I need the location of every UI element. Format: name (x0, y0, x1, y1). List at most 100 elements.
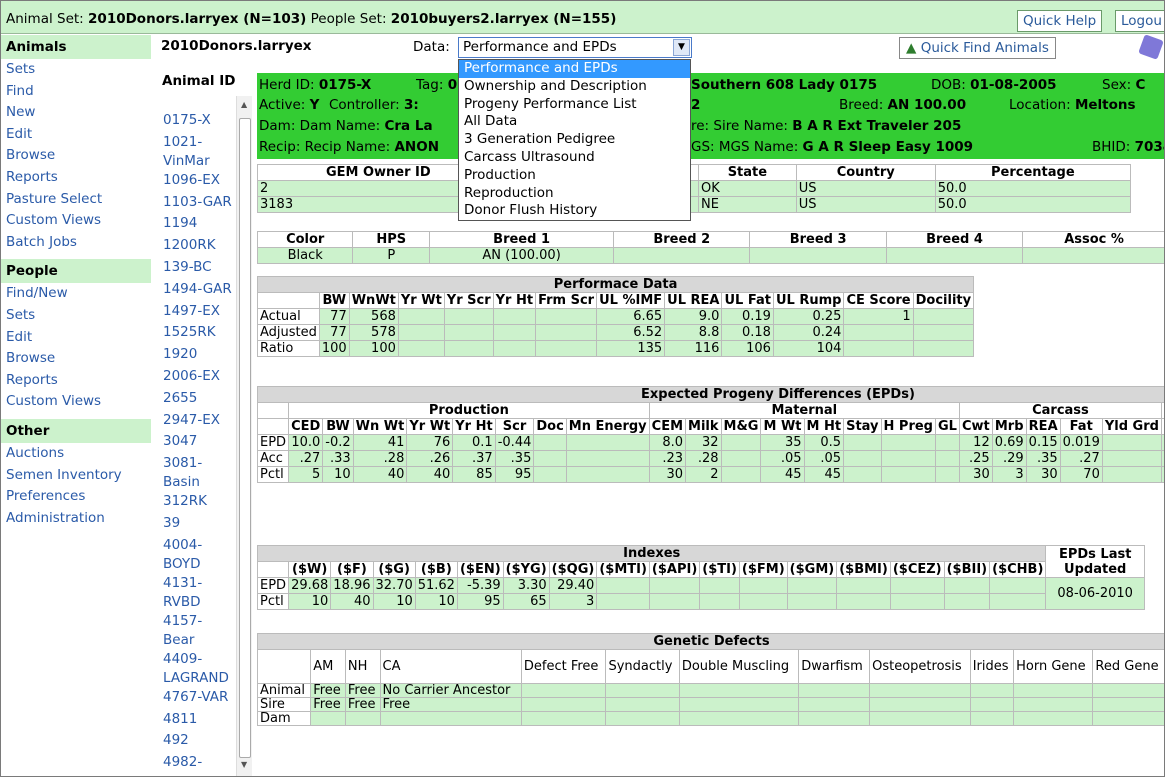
animal-id-item[interactable]: 1525RK (163, 323, 233, 345)
table-header-row-cell: ($CHB) (989, 561, 1047, 578)
animal-id-item[interactable]: 4409-LAGRAND (163, 650, 233, 688)
table-row-cell: 100 (348, 340, 399, 357)
animal-id-item[interactable]: 39 (163, 514, 233, 536)
table-row-cell (720, 434, 762, 451)
table-row-cell: 30 (1025, 466, 1061, 483)
animal-id-item[interactable]: 2947-EX (163, 411, 233, 433)
table-row-cell: 0.019 (1059, 434, 1103, 451)
animal-id-item[interactable]: 139-BC (163, 258, 233, 280)
table-caption-row: Genetic Defects (257, 633, 1164, 650)
animal-id-item[interactable]: 1494-GAR (163, 280, 233, 302)
sidebar-item-people-5[interactable]: Custom Views (1, 391, 151, 413)
recip: Recip: Recip Name: ANON (259, 139, 439, 155)
logout-button[interactable]: Logou (1115, 10, 1164, 32)
sidebar-item-animals-1[interactable]: Find (1, 81, 151, 103)
quick-help-button[interactable]: Quick Help (1017, 10, 1103, 32)
animal-id-item[interactable]: 1021-VinMar (163, 133, 233, 171)
controller: Controller: 3: (329, 97, 419, 113)
animal-id-item[interactable]: 1497-EX (163, 302, 233, 324)
sidebar-item-other-1[interactable]: Semen Inventory (1, 465, 151, 487)
gem-icon[interactable] (1138, 34, 1164, 60)
animal-id-item[interactable]: 4767-VAR (163, 688, 233, 710)
sidebar-item-other-3[interactable]: Administration (1, 508, 151, 530)
table-row-cell (443, 324, 494, 341)
sidebar-item-animals-3[interactable]: Edit (1, 124, 151, 146)
table-row-cell: 70 (1059, 466, 1103, 483)
sidebar-item-other-0[interactable]: Auctions (1, 443, 151, 465)
sidebar-item-people-1[interactable]: Sets (1, 305, 151, 327)
animal-id-item[interactable]: 4811 (163, 710, 233, 732)
animal-id-item[interactable]: 2655 (163, 389, 233, 411)
animal-id-item[interactable]: 1200RK (163, 236, 233, 258)
data-option[interactable]: Donor Flush History (459, 202, 690, 220)
table-row-cell: Pctl (256, 466, 290, 483)
animal-id-item[interactable]: 4157-Bear (163, 612, 233, 650)
table-row-cell (749, 247, 887, 264)
data-option[interactable]: Carcass Ultrasound (459, 149, 690, 167)
table-header-row-cell (256, 561, 290, 578)
animal-id-item[interactable]: 492 (163, 731, 233, 753)
animal-id-item[interactable]: 3081-Basin (163, 454, 233, 492)
table-row-cell: 1 (843, 308, 914, 325)
data-select[interactable]: Performance and EPDs ▼ (458, 37, 692, 58)
table-row-cell (869, 697, 971, 712)
sidebar-item-animals-8[interactable]: Batch Jobs (1, 232, 151, 254)
data-option[interactable]: Performance and EPDs (459, 60, 690, 78)
animal-id-item[interactable]: 1096-EX (163, 171, 233, 193)
scroll-down-icon[interactable]: ▼ (241, 760, 247, 769)
table-row-cell: .25 (958, 450, 993, 467)
data-option[interactable]: Reproduction (459, 185, 690, 203)
sidebar-item-animals-6[interactable]: Pasture Select (1, 189, 151, 211)
table-row-cell (798, 711, 871, 726)
animal-id-item[interactable]: 3047 (163, 432, 233, 454)
table-header-row-cell: H Preg (880, 418, 936, 435)
bhid: BHID: 703408 (1092, 139, 1164, 155)
table-row: Sire Free Free Free (256, 697, 1164, 712)
active: Active: Y (259, 97, 320, 113)
ownership-table: GEM Owner IDCityStateCountryPercentage2E… (257, 164, 1132, 213)
animal-id-item[interactable]: 4131-RVBD (163, 574, 233, 612)
sidebar-item-people-3[interactable]: Browse (1, 348, 151, 370)
sidebar-item-animals-2[interactable]: New (1, 102, 151, 124)
quick-find-button[interactable]: ▲ Quick Find Animals (899, 37, 1056, 59)
table-row-cell: OK (698, 180, 797, 197)
table-header-row-cell: ($W) (288, 561, 332, 578)
scroll-thumb[interactable] (239, 118, 251, 758)
table-row-cell (836, 577, 891, 594)
table-row-cell: Acc (256, 450, 290, 467)
animal-id-item[interactable]: 1920 (163, 345, 233, 367)
sidebar-item-people-0[interactable]: Find/New (1, 283, 151, 305)
sidebar-item-animals-4[interactable]: Browse (1, 145, 151, 167)
scroll-up-icon[interactable]: ▲ (241, 100, 247, 109)
chevron-down-icon[interactable]: ▼ (673, 39, 690, 56)
data-option[interactable]: 3 Generation Pedigree (459, 131, 690, 149)
table-header-row-cell (257, 292, 320, 309)
table-row-cell (520, 697, 607, 712)
animal-list-scrollbar[interactable]: ▲ ▼ (236, 96, 252, 776)
animal-id-item[interactable]: 1103-GAR (163, 193, 233, 215)
sidebar-item-animals-5[interactable]: Reports (1, 167, 151, 189)
sidebar-item-other-2[interactable]: Preferences (1, 486, 151, 508)
data-option[interactable]: Production (459, 167, 690, 185)
sidebar-item-people-4[interactable]: Reports (1, 370, 151, 392)
animal-id-item[interactable]: 1194 (163, 214, 233, 236)
table-row-cell: Adjusted (257, 324, 320, 341)
animal-id-item[interactable]: 2006-EX (163, 367, 233, 389)
animal-id-item[interactable]: 4004-BOYD (163, 536, 233, 574)
animal-id-item[interactable]: 312RK (163, 492, 233, 514)
sidebar-item-animals-7[interactable]: Custom Views (1, 210, 151, 232)
data-option[interactable]: Progeny Performance List (459, 96, 690, 114)
table-row-cell (613, 247, 751, 264)
data-option[interactable]: All Data (459, 113, 690, 131)
animal-name: Southern 608 Lady 0175 (691, 77, 878, 93)
table-header-row-cell: BW (322, 418, 354, 435)
table-row-cell: AN (100.00) (429, 247, 615, 264)
animal-id-item[interactable]: 0175-X (163, 111, 233, 133)
sidebar-item-animals-0[interactable]: Sets (1, 59, 151, 81)
data-option[interactable]: Ownership and Description (459, 78, 690, 96)
table-row-cell (798, 683, 871, 698)
sidebar-item-people-2[interactable]: Edit (1, 327, 151, 349)
table-header-row-cell: M Ht (803, 418, 845, 435)
table-row-cell (989, 577, 1047, 594)
animal-id-item[interactable]: 4982- (163, 753, 233, 775)
